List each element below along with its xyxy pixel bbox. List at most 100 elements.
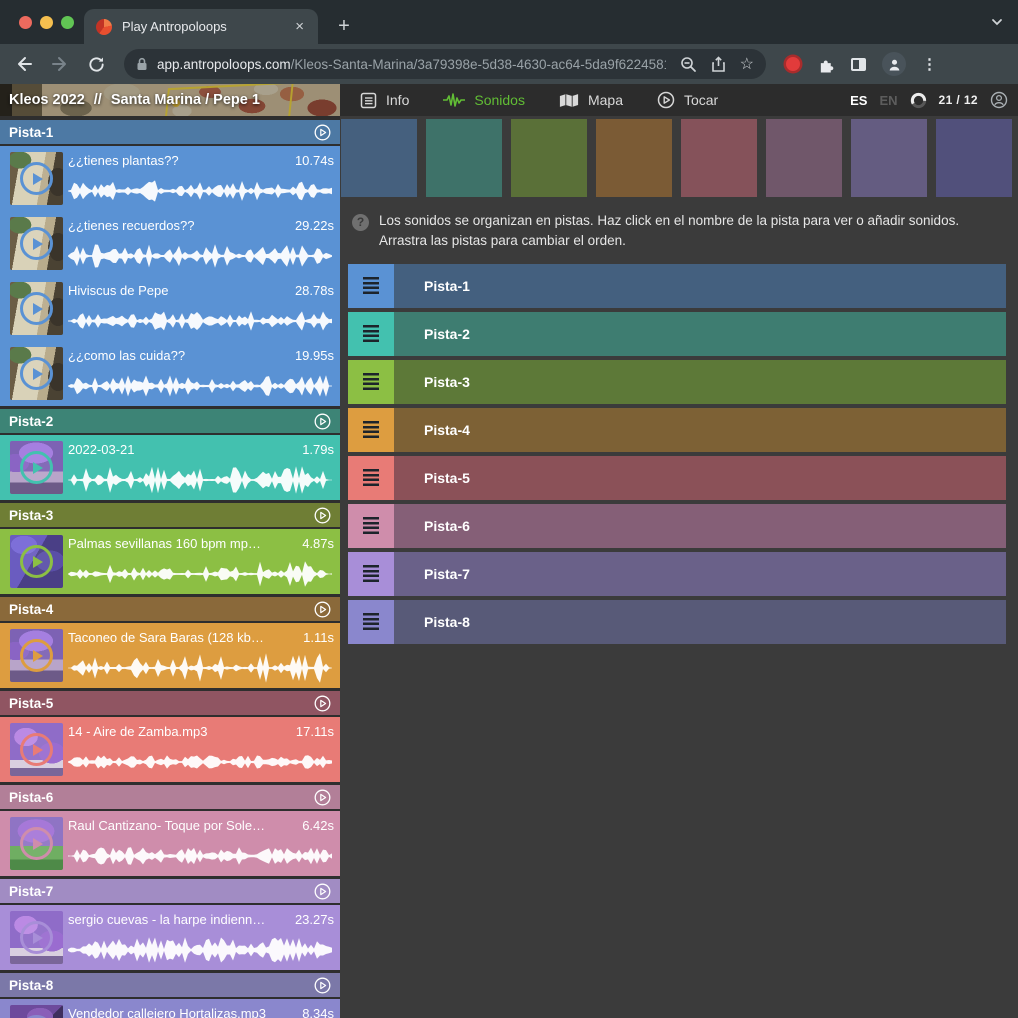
clip-play-icon[interactable] xyxy=(20,827,53,860)
tab-sonidos[interactable]: Sonidos xyxy=(443,92,525,108)
track-play-icon[interactable] xyxy=(314,507,331,524)
track-play-icon[interactable] xyxy=(314,601,331,618)
track-header[interactable]: Pista-1 xyxy=(0,120,340,144)
track-header[interactable]: Pista-6 xyxy=(0,785,340,809)
waveform[interactable] xyxy=(68,559,332,589)
drag-handle[interactable] xyxy=(348,504,394,548)
clip-play-icon[interactable] xyxy=(20,733,53,766)
clip-play-icon[interactable] xyxy=(20,227,53,260)
track-row[interactable]: Pista-3 xyxy=(348,360,1006,404)
track-row-body[interactable]: Pista-3 xyxy=(394,360,1006,404)
clip-play-icon[interactable] xyxy=(20,639,53,672)
track-row[interactable]: Pista-7 xyxy=(348,552,1006,596)
clip-thumbnail[interactable] xyxy=(10,911,63,964)
record-extension-icon[interactable] xyxy=(786,57,800,71)
new-tab-button[interactable]: + xyxy=(330,12,358,40)
tab-search-chevron-icon[interactable] xyxy=(990,15,1004,29)
drag-handle[interactable] xyxy=(348,600,394,644)
zoom-out-icon[interactable] xyxy=(680,56,697,73)
clip-play-icon[interactable] xyxy=(20,292,53,325)
drag-handle[interactable] xyxy=(348,456,394,500)
track-play-icon[interactable] xyxy=(314,695,331,712)
audio-clip[interactable]: Vendedor callejero Hortalizas.mp3 8.34s xyxy=(0,999,340,1018)
track-header[interactable]: Pista-3 xyxy=(0,503,340,527)
clip-thumbnail[interactable] xyxy=(10,1005,63,1018)
clip-play-icon[interactable] xyxy=(20,451,53,484)
back-icon[interactable] xyxy=(12,52,36,76)
profile-avatar[interactable] xyxy=(882,52,906,76)
track-header[interactable]: Pista-5 xyxy=(0,691,340,715)
track-header[interactable]: Pista-2 xyxy=(0,409,340,433)
clip-play-icon[interactable] xyxy=(20,545,53,578)
audio-clip[interactable]: Raul Cantizano- Toque por Solenoide.mp3 … xyxy=(0,811,340,876)
clip-thumbnail[interactable] xyxy=(10,347,63,400)
waveform[interactable] xyxy=(68,653,332,683)
track-play-icon[interactable] xyxy=(314,789,331,806)
audio-clip[interactable]: ¿¿tienes recuerdos?? 29.22s xyxy=(0,211,340,276)
forward-icon[interactable] xyxy=(48,52,72,76)
clip-thumbnail[interactable] xyxy=(10,152,63,205)
project-map-thumbnail[interactable]: Kleos 2022 // Santa Marina / Pepe 1 xyxy=(0,84,340,116)
tab-mapa[interactable]: Mapa xyxy=(559,92,623,108)
lang-en-button[interactable]: EN xyxy=(879,93,897,108)
clip-thumbnail[interactable] xyxy=(10,817,63,870)
track-row[interactable]: Pista-6 xyxy=(348,504,1006,548)
waveform[interactable] xyxy=(68,747,332,777)
track-row-body[interactable]: Pista-8 xyxy=(394,600,1006,644)
audio-clip[interactable]: sergio cuevas - la harpe indienne - 03 -… xyxy=(0,905,340,970)
track-row-body[interactable]: Pista-5 xyxy=(394,456,1006,500)
track-row[interactable]: Pista-4 xyxy=(348,408,1006,452)
waveform[interactable] xyxy=(68,241,332,271)
track-play-icon[interactable] xyxy=(314,124,331,141)
browser-menu-icon[interactable]: ⋮ xyxy=(922,55,937,73)
track-row[interactable]: Pista-5 xyxy=(348,456,1006,500)
clip-thumbnail[interactable] xyxy=(10,282,63,335)
waveform[interactable] xyxy=(68,176,332,206)
url-bar[interactable]: app.antropoloops.com/Kleos-Santa-Marina/… xyxy=(124,49,766,79)
audio-clip[interactable]: Hiviscus de Pepe 28.78s xyxy=(0,276,340,341)
audio-clip[interactable]: ¿¿tienes plantas?? 10.74s xyxy=(0,146,340,211)
track-row-body[interactable]: Pista-7 xyxy=(394,552,1006,596)
tab-tocar[interactable]: Tocar xyxy=(657,91,718,109)
track-row[interactable]: Pista-2 xyxy=(348,312,1006,356)
audio-clip[interactable]: ¿¿como las cuida?? 19.95s xyxy=(0,341,340,406)
track-row-body[interactable]: Pista-4 xyxy=(394,408,1006,452)
tab-close-icon[interactable]: × xyxy=(293,18,306,35)
track-play-icon[interactable] xyxy=(314,883,331,900)
clip-play-icon[interactable] xyxy=(20,921,53,954)
track-play-icon[interactable] xyxy=(314,413,331,430)
reload-icon[interactable] xyxy=(84,52,108,76)
waveform[interactable] xyxy=(68,465,332,495)
track-header[interactable]: Pista-7 xyxy=(0,879,340,903)
waveform[interactable] xyxy=(68,935,332,965)
waveform[interactable] xyxy=(68,306,332,336)
audio-clip[interactable]: Taconeo de Sara Baras (128 kbps).mp3 1.1… xyxy=(0,623,340,688)
waveform[interactable] xyxy=(68,841,332,871)
close-window-button[interactable] xyxy=(19,16,32,29)
browser-tab[interactable]: Play Antropoloops × xyxy=(84,9,318,44)
audio-clip[interactable]: Palmas sevillanas 160 bpm mp3.mp3 4.87s xyxy=(0,529,340,594)
audio-clip[interactable]: 14 - Aire de Zamba.mp3 17.11s xyxy=(0,717,340,782)
track-row-body[interactable]: Pista-6 xyxy=(394,504,1006,548)
track-row-body[interactable]: Pista-1 xyxy=(394,264,1006,308)
track-row-body[interactable]: Pista-2 xyxy=(394,312,1006,356)
drag-handle[interactable] xyxy=(348,312,394,356)
account-icon[interactable] xyxy=(990,91,1008,109)
bookmark-star-icon[interactable]: ☆ xyxy=(740,54,754,74)
waveform[interactable] xyxy=(68,371,332,401)
track-row[interactable]: Pista-1 xyxy=(348,264,1006,308)
share-icon[interactable] xyxy=(711,56,726,73)
drag-handle[interactable] xyxy=(348,408,394,452)
breadcrumb-project[interactable]: Kleos 2022 xyxy=(9,92,85,108)
clip-play-icon[interactable] xyxy=(20,162,53,195)
clip-thumbnail[interactable] xyxy=(10,629,63,682)
clip-thumbnail[interactable] xyxy=(10,217,63,270)
side-panel-icon[interactable] xyxy=(851,58,866,71)
track-header[interactable]: Pista-4 xyxy=(0,597,340,621)
fullscreen-window-button[interactable] xyxy=(61,16,74,29)
tab-info[interactable]: Info xyxy=(360,92,409,109)
clip-thumbnail[interactable] xyxy=(10,441,63,494)
drag-handle[interactable] xyxy=(348,552,394,596)
audio-clip[interactable]: 2022-03-21 1.79s xyxy=(0,435,340,500)
minimize-window-button[interactable] xyxy=(40,16,53,29)
